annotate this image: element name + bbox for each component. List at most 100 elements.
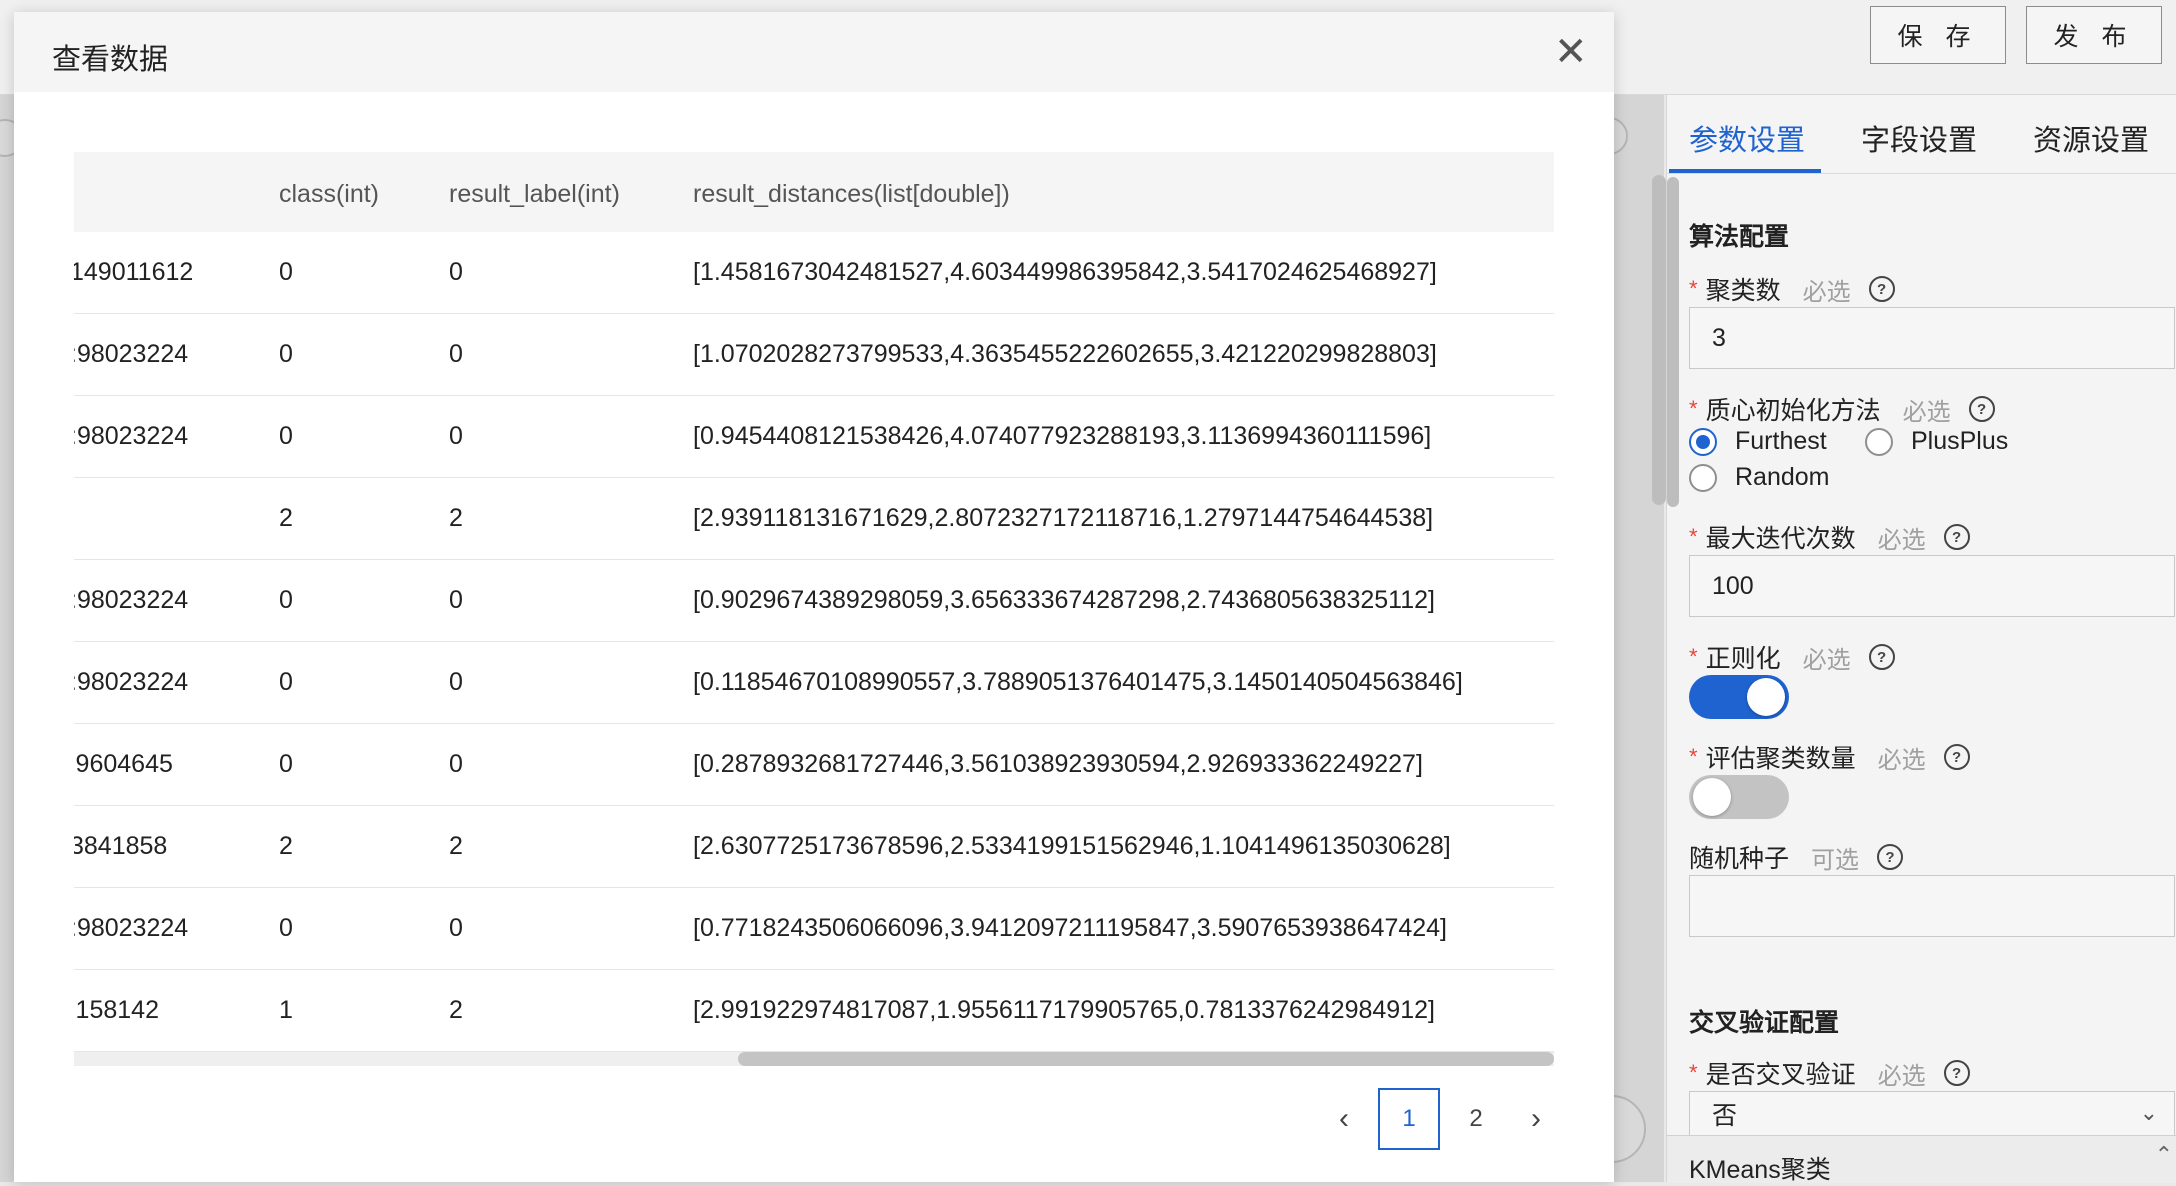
data-table: class(int) result_label(int) result_dist… bbox=[74, 152, 1554, 1052]
help-icon[interactable]: ? bbox=[1868, 276, 1895, 302]
table-row[interactable]: 3841858 2 2 [2.6307725173678596,2.533419915… bbox=[74, 806, 1554, 888]
table-row[interactable]: i158142 1 2 [2.991922974817087,1.9556117179… bbox=[74, 970, 1554, 1052]
table-cell: 0 bbox=[449, 422, 463, 450]
chevron-right-icon[interactable]: › bbox=[1506, 1088, 1566, 1150]
chevron-left-icon[interactable]: ‹ bbox=[1314, 1088, 1374, 1150]
table-cell: 149011612 bbox=[74, 258, 194, 286]
table-cell: :98023224 bbox=[74, 914, 189, 942]
random-seed-label: 随机种子 可选 ? bbox=[1689, 839, 1904, 875]
table-cell: [0.7718243506066096,3.9412097211195847,3… bbox=[693, 914, 1448, 942]
horizontal-scrollbar[interactable] bbox=[74, 1052, 1554, 1066]
table-cell: 0 bbox=[279, 668, 293, 696]
table-cell: i158142 bbox=[74, 996, 159, 1024]
publish-button[interactable]: 发 布 bbox=[2026, 6, 2162, 64]
radio-plusplus-label: PlusPlus bbox=[1911, 427, 2009, 455]
table-row[interactable]: :98023224 0 0 [0.9454408121538426,4.0740779… bbox=[74, 396, 1554, 478]
required-tag: 必选 bbox=[1802, 278, 1851, 306]
table-cell: 0 bbox=[279, 258, 293, 286]
help-icon[interactable]: ? bbox=[1943, 1060, 1970, 1086]
cross-validate-label-text: 是否交叉验证 bbox=[1705, 1061, 1856, 1089]
table-cell: :98023224 bbox=[74, 668, 189, 696]
collapsed-node-bar[interactable]: KMeans聚类 ⌃ bbox=[1667, 1135, 2176, 1184]
save-button[interactable]: 保 存 bbox=[1870, 6, 2006, 64]
column-header-result-distances: result_distances(list[double]) bbox=[693, 180, 1010, 208]
max-iter-input[interactable]: 100 bbox=[1689, 555, 2175, 617]
max-iter-label: * 最大迭代次数 必选 ? bbox=[1689, 519, 1970, 555]
required-star: * bbox=[1689, 1060, 1698, 1085]
init-method-label: * 质心初始化方法 必选 ? bbox=[1689, 391, 1995, 427]
help-icon[interactable]: ? bbox=[1968, 396, 1995, 422]
chevron-up-icon[interactable]: ⌃ bbox=[2155, 1142, 2173, 1168]
eval-clusters-toggle[interactable] bbox=[1689, 775, 1789, 819]
regularize-label-text: 正则化 bbox=[1705, 645, 1781, 673]
table-row[interactable]: i9604645 0 0 [0.2878932681727446,3.56103892… bbox=[74, 724, 1554, 806]
tab-resource-settings[interactable]: 资源设置 bbox=[2033, 117, 2149, 159]
radio-random[interactable]: Random bbox=[1689, 463, 1830, 492]
table-cell: 0 bbox=[449, 258, 463, 286]
table-cell: [0.11854670108990557,3.7889051376401475,… bbox=[693, 668, 1463, 696]
cross-validate-select[interactable]: 否 ⌄ bbox=[1689, 1091, 2175, 1137]
table-cell: 0 bbox=[449, 340, 463, 368]
radio-furthest[interactable]: Furthest bbox=[1689, 427, 1827, 456]
table-cell: 2 bbox=[449, 832, 463, 860]
required-tag: 必选 bbox=[1802, 646, 1851, 674]
table-row[interactable]: :98023224 0 0 [0.9029674389298059,3.6563336… bbox=[74, 560, 1554, 642]
table-cell: 2 bbox=[279, 504, 293, 532]
modal-header: 查看数据 ✕ bbox=[14, 12, 1614, 92]
table-row[interactable]: :98023224 0 0 [0.7718243506066096,3.9412097… bbox=[74, 888, 1554, 970]
table-cell: [0.9029674389298059,3.656333674287298,2.… bbox=[693, 586, 1435, 614]
required-star: * bbox=[1689, 744, 1698, 769]
table-cell: 0 bbox=[279, 914, 293, 942]
column-header-result-label: result_label(int) bbox=[449, 180, 620, 208]
regularize-label: * 正则化 必选 ? bbox=[1689, 639, 1895, 675]
table-row[interactable]: 2 2 [2.939118131671629,2.8072327172118716,… bbox=[74, 478, 1554, 560]
node-title: KMeans聚类 bbox=[1689, 1156, 1831, 1184]
random-seed-input[interactable] bbox=[1689, 875, 2175, 937]
required-tag: 必选 bbox=[1877, 526, 1926, 554]
page-button-2[interactable]: 2 bbox=[1446, 1088, 1506, 1150]
table-cell: 0 bbox=[449, 586, 463, 614]
scrollbar-thumb[interactable] bbox=[738, 1052, 1554, 1066]
help-icon[interactable]: ? bbox=[1943, 524, 1970, 550]
eval-clusters-label-text: 评估聚类数量 bbox=[1705, 745, 1856, 773]
toggle-knob bbox=[1693, 778, 1731, 816]
radio-random-label: Random bbox=[1735, 463, 1830, 491]
table-cell: [2.991922974817087,1.9556117179905765,0.… bbox=[693, 996, 1435, 1024]
help-icon[interactable]: ? bbox=[1868, 644, 1895, 670]
page-button-current[interactable]: 1 bbox=[1378, 1088, 1440, 1150]
random-seed-label-text: 随机种子 bbox=[1689, 845, 1790, 873]
chevron-down-icon: ⌄ bbox=[2139, 1100, 2158, 1125]
close-icon[interactable]: ✕ bbox=[1554, 32, 1588, 72]
cluster-count-input[interactable]: 3 bbox=[1689, 307, 2175, 369]
view-data-modal: 查看数据 ✕ class(int) result_label(int) resu… bbox=[14, 12, 1614, 1182]
table-cell: 2 bbox=[449, 504, 463, 532]
radio-circle-icon bbox=[1689, 427, 1717, 456]
cluster-count-label: * 聚类数 必选 ? bbox=[1689, 271, 1895, 307]
table-row[interactable]: 149011612 0 0 [1.4581673042481527,4.6034499… bbox=[74, 232, 1554, 314]
cross-validate-label: * 是否交叉验证 必选 ? bbox=[1689, 1055, 1970, 1091]
table-cell: 3841858 bbox=[74, 832, 168, 860]
radio-circle-icon bbox=[1865, 427, 1893, 456]
table-cell: :98023224 bbox=[74, 422, 189, 450]
table-cell: 0 bbox=[279, 422, 293, 450]
section-algo-config: 算法配置 bbox=[1689, 223, 1790, 251]
regularize-toggle[interactable] bbox=[1689, 675, 1789, 719]
panel-scrollbar[interactable] bbox=[1667, 177, 1679, 507]
tab-param-settings[interactable]: 参数设置 bbox=[1689, 117, 1805, 159]
table-row[interactable]: :98023224 0 0 [0.11854670108990557,3.788905… bbox=[74, 642, 1554, 724]
help-icon[interactable]: ? bbox=[1877, 844, 1904, 870]
radio-plusplus[interactable]: PlusPlus bbox=[1865, 427, 2008, 456]
required-tag: 必选 bbox=[1902, 398, 1951, 426]
table-cell: [0.9454408121538426,4.074077923288193,3.… bbox=[693, 422, 1432, 450]
required-tag: 必选 bbox=[1877, 1062, 1926, 1090]
max-iter-label-text: 最大迭代次数 bbox=[1705, 525, 1856, 553]
table-row[interactable]: :98023224 0 0 [1.0702028273799533,4.3635455… bbox=[74, 314, 1554, 396]
table-cell: 0 bbox=[279, 586, 293, 614]
tab-field-settings[interactable]: 字段设置 bbox=[1861, 117, 1977, 159]
required-star: * bbox=[1689, 276, 1698, 301]
column-header-class: class(int) bbox=[279, 180, 380, 208]
canvas-scrollbar[interactable] bbox=[1652, 175, 1666, 505]
help-icon[interactable]: ? bbox=[1943, 744, 1970, 770]
table-cell: 0 bbox=[279, 340, 293, 368]
modal-title: 查看数据 bbox=[52, 44, 169, 76]
